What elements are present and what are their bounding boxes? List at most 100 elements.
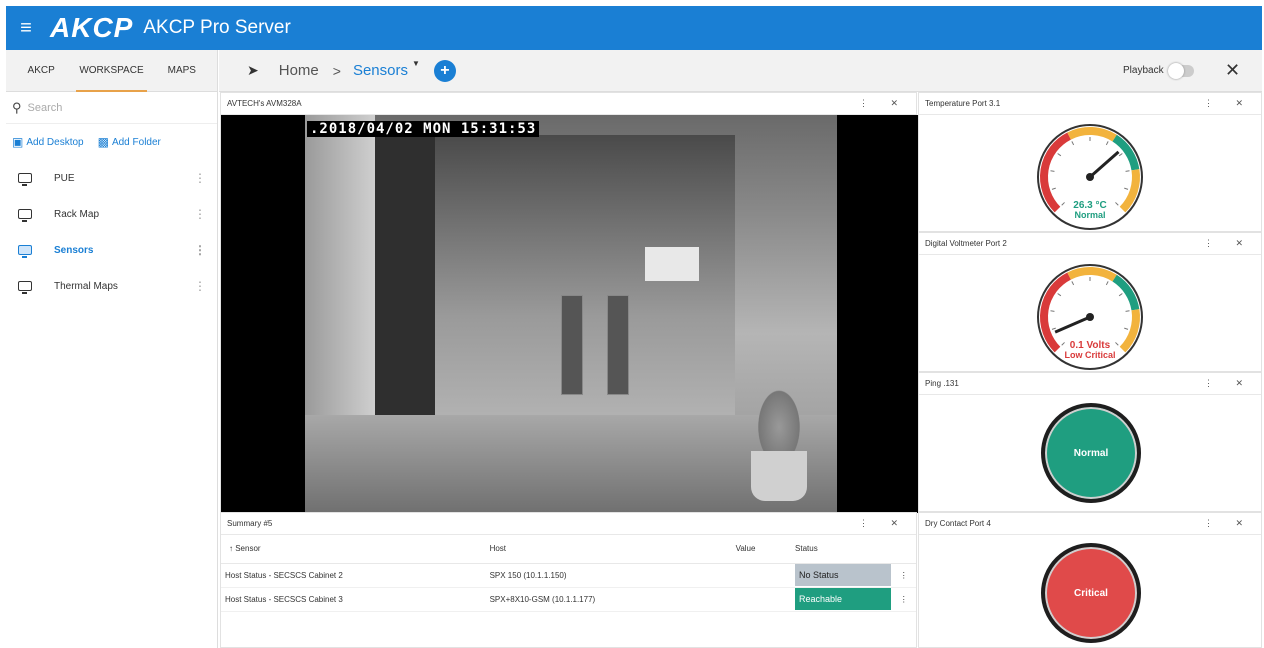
more-icon[interactable]: ⋮ (194, 279, 206, 293)
cell-host: SPX+8X10-GSM (10.1.1.177) (489, 587, 736, 612)
cell-sensor: Host Status - SECSCS Cabinet 3 (221, 587, 490, 612)
gauge-tick (1125, 170, 1130, 172)
summary-widget: Summary #5 ⋮ ✕ ↑ Sensor Host Value Statu… (220, 512, 917, 648)
tab-akcp[interactable]: AKCP (6, 50, 76, 92)
akcp-logo: AKCP (50, 12, 134, 43)
widget-controls[interactable]: ⋮ ✕ (859, 98, 908, 109)
temperature-widget: Temperature Port 3.1 ⋮ ✕ 26.3 °C Normal (918, 92, 1262, 232)
row-more-icon[interactable]: ⋮ (891, 563, 916, 588)
search-placeholder: Search (27, 101, 63, 114)
column-header-status[interactable]: Status (795, 535, 892, 564)
sidebar-item-label: Thermal Maps (54, 280, 118, 292)
row-more-icon[interactable]: ⋮ (891, 587, 916, 612)
status-badge: Reachable (795, 588, 892, 610)
playback-control[interactable]: Playback (1123, 62, 1194, 79)
playback-toggle[interactable] (1167, 62, 1194, 79)
camera-timestamp: .2018/04/02 MON 15:31:53 (307, 121, 540, 137)
tab-workspace[interactable]: WORKSPACE (76, 50, 147, 92)
camera-widget: AVTECH's AVM328A ⋮ ✕ .2018/04/02 MON 15:… (220, 92, 918, 513)
sidebar-item-label: Rack Map (54, 208, 100, 220)
menu-icon[interactable]: ≡ (6, 17, 46, 40)
cell-host: SPX 150 (10.1.1.150) (489, 563, 736, 588)
camera-feed[interactable]: .2018/04/02 MON 15:31:53 (221, 115, 918, 513)
more-icon[interactable]: ⋮ (194, 243, 206, 257)
gauge-state: Normal (1074, 210, 1105, 220)
column-header-host[interactable]: Host (489, 535, 736, 564)
widget-header: Dry Contact Port 4 ⋮ ✕ (919, 513, 1261, 535)
toolbar: ➤ Home > Sensors ▼ + Playback ✕ (219, 50, 1262, 92)
voltmeter-gauge: 0.1 Volts Low Critical (919, 255, 1261, 373)
caret-down-icon[interactable]: ▼ (412, 59, 420, 68)
column-header-sensor[interactable]: ↑ Sensor (221, 535, 490, 564)
app-bar: ≡ AKCP AKCP Pro Server (6, 6, 1262, 50)
gauge-svg: 0.1 Volts Low Critical (1037, 264, 1143, 370)
sidebar-item-pue[interactable]: PUE ⋮ (6, 160, 217, 196)
gauge-hub (1086, 173, 1094, 181)
widget-header: Ping .131 ⋮ ✕ (919, 373, 1261, 395)
cell-value (735, 563, 796, 588)
widget-controls[interactable]: ⋮ ✕ (1204, 378, 1253, 389)
sidebar-item-rack-map[interactable]: Rack Map ⋮ (6, 196, 217, 232)
table-row[interactable]: Host Status - SECSCS Cabinet 2 SPX 150 (… (221, 563, 916, 588)
temperature-gauge: 26.3 °C Normal (919, 115, 1261, 233)
breadcrumb-home[interactable]: Home (279, 62, 319, 79)
gauge-svg: 26.3 °C Normal (1037, 124, 1143, 230)
widget-title: Temperature Port 3.1 (925, 99, 1001, 108)
camera-image: .2018/04/02 MON 15:31:53 (305, 115, 837, 513)
more-icon[interactable]: ⋮ (194, 207, 206, 221)
widget-controls[interactable]: ⋮ ✕ (1204, 98, 1253, 109)
add-widget-button[interactable]: + (433, 59, 456, 82)
monitor-icon (18, 245, 32, 258)
status-badge: No Status (795, 564, 892, 586)
sidebar-item-label: PUE (54, 172, 75, 184)
add-desktop-button[interactable]: ▣ Add Desktop (12, 135, 84, 149)
sidebar-item-thermal-maps[interactable]: Thermal Maps ⋮ (6, 268, 217, 304)
add-folder-button[interactable]: ▩ Add Folder (98, 135, 161, 149)
summary-table: ↑ Sensor Host Value Status Host Status -… (221, 535, 916, 612)
playback-label: Playback (1123, 65, 1164, 76)
widget-title: AVTECH's AVM328A (227, 99, 302, 108)
dry-contact-widget: Dry Contact Port 4 ⋮ ✕ Critical (918, 512, 1262, 648)
breadcrumb-current[interactable]: Sensors (353, 62, 408, 79)
widget-controls[interactable]: ⋮ ✕ (1204, 238, 1253, 249)
app-title: AKCP Pro Server (143, 17, 291, 38)
table-row[interactable]: Host Status - SECSCS Cabinet 3 SPX+8X10-… (221, 587, 916, 612)
add-folder-label: Add Folder (111, 136, 161, 148)
widget-controls[interactable]: ⋮ ✕ (1204, 518, 1253, 529)
left-panel: AKCP WORKSPACE MAPS ⚲ Search ▣ Add Deskt… (6, 50, 218, 648)
gauge-tick (1125, 310, 1130, 312)
ping-widget: Ping .131 ⋮ ✕ Normal (918, 372, 1262, 512)
widget-header: Digital Voltmeter Port 2 ⋮ ✕ (919, 233, 1261, 255)
gauge-tick (1050, 170, 1055, 172)
widget-header: AVTECH's AVM328A ⋮ ✕ (221, 93, 916, 115)
monitor-icon (18, 281, 32, 294)
add-desktop-label: Add Desktop (26, 136, 84, 148)
sidebar-item-sensors[interactable]: Sensors ⋮ (6, 232, 217, 268)
breadcrumb-separator: > (332, 62, 341, 79)
status-circle: Critical (1041, 543, 1141, 643)
sidebar-item-label: Sensors (54, 244, 94, 256)
more-icon[interactable]: ⋮ (194, 171, 206, 185)
add-actions: ▣ Add Desktop ▩ Add Folder (6, 124, 217, 160)
widget-header: Temperature Port 3.1 ⋮ ✕ (919, 93, 1261, 115)
widget-title: Summary #5 (227, 519, 273, 528)
close-icon[interactable]: ✕ (1225, 60, 1240, 81)
search-input[interactable]: ⚲ Search (6, 92, 217, 124)
widget-header: Summary #5 ⋮ ✕ (221, 513, 916, 535)
monitor-icon (18, 173, 32, 186)
voltmeter-widget: Digital Voltmeter Port 2 ⋮ ✕ 0.1 Volts L… (918, 232, 1262, 372)
widget-title: Ping .131 (925, 379, 959, 388)
cell-sensor: Host Status - SECSCS Cabinet 2 (221, 563, 490, 588)
widget-controls[interactable]: ⋮ ✕ (859, 518, 908, 529)
column-header-value[interactable]: Value (735, 535, 796, 564)
gauge-tick (1050, 310, 1055, 312)
tab-maps[interactable]: MAPS (147, 50, 217, 92)
cell-value (735, 587, 796, 612)
folder-add-icon: ▩ (97, 135, 109, 149)
monitor-icon (18, 209, 32, 222)
login-icon[interactable]: ➤ (247, 62, 259, 79)
desktop-add-icon: ▣ (12, 135, 24, 149)
widget-title: Dry Contact Port 4 (925, 519, 991, 528)
gauge-state: Low Critical (1064, 350, 1115, 360)
search-icon: ⚲ (12, 99, 22, 115)
